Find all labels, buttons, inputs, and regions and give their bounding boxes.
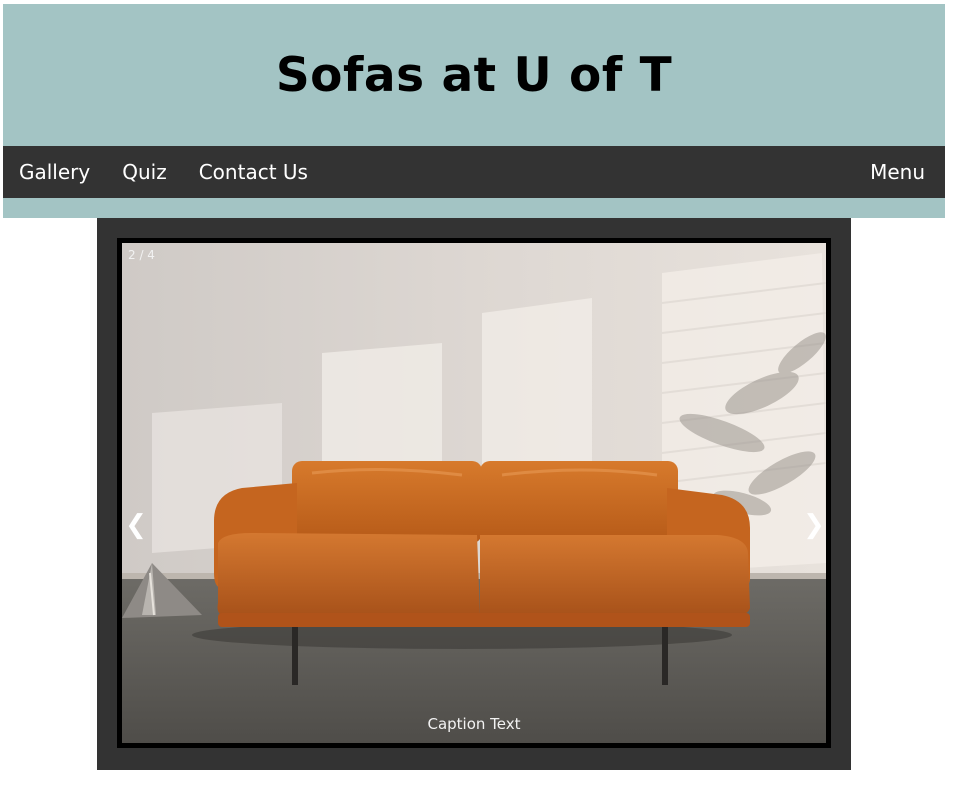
nav-link-gallery[interactable]: Gallery [3, 160, 106, 184]
slide-image: 2 / 4 Caption Text ❮ ❯ [122, 243, 826, 743]
gallery-container: 2 / 4 Caption Text ❮ ❯ [97, 218, 851, 770]
site-header: Sofas at U of T [3, 4, 945, 146]
nav-link-contact-us[interactable]: Contact Us [183, 160, 324, 184]
slide-frame: 2 / 4 Caption Text ❮ ❯ [117, 238, 831, 748]
sofa-photo [122, 243, 826, 743]
page-title: Sofas at U of T [275, 47, 673, 103]
slide-caption: Caption Text [427, 715, 521, 733]
top-navbar: Gallery Quiz Contact Us Menu [3, 146, 945, 198]
menu-button[interactable]: Menu [854, 160, 945, 184]
next-slide-arrow-icon[interactable]: ❯ [799, 505, 826, 545]
nav-bottom-strip [3, 198, 945, 218]
prev-slide-arrow-icon[interactable]: ❮ [122, 505, 151, 545]
slide-counter: 2 / 4 [128, 248, 155, 262]
nav-link-quiz[interactable]: Quiz [106, 160, 182, 184]
